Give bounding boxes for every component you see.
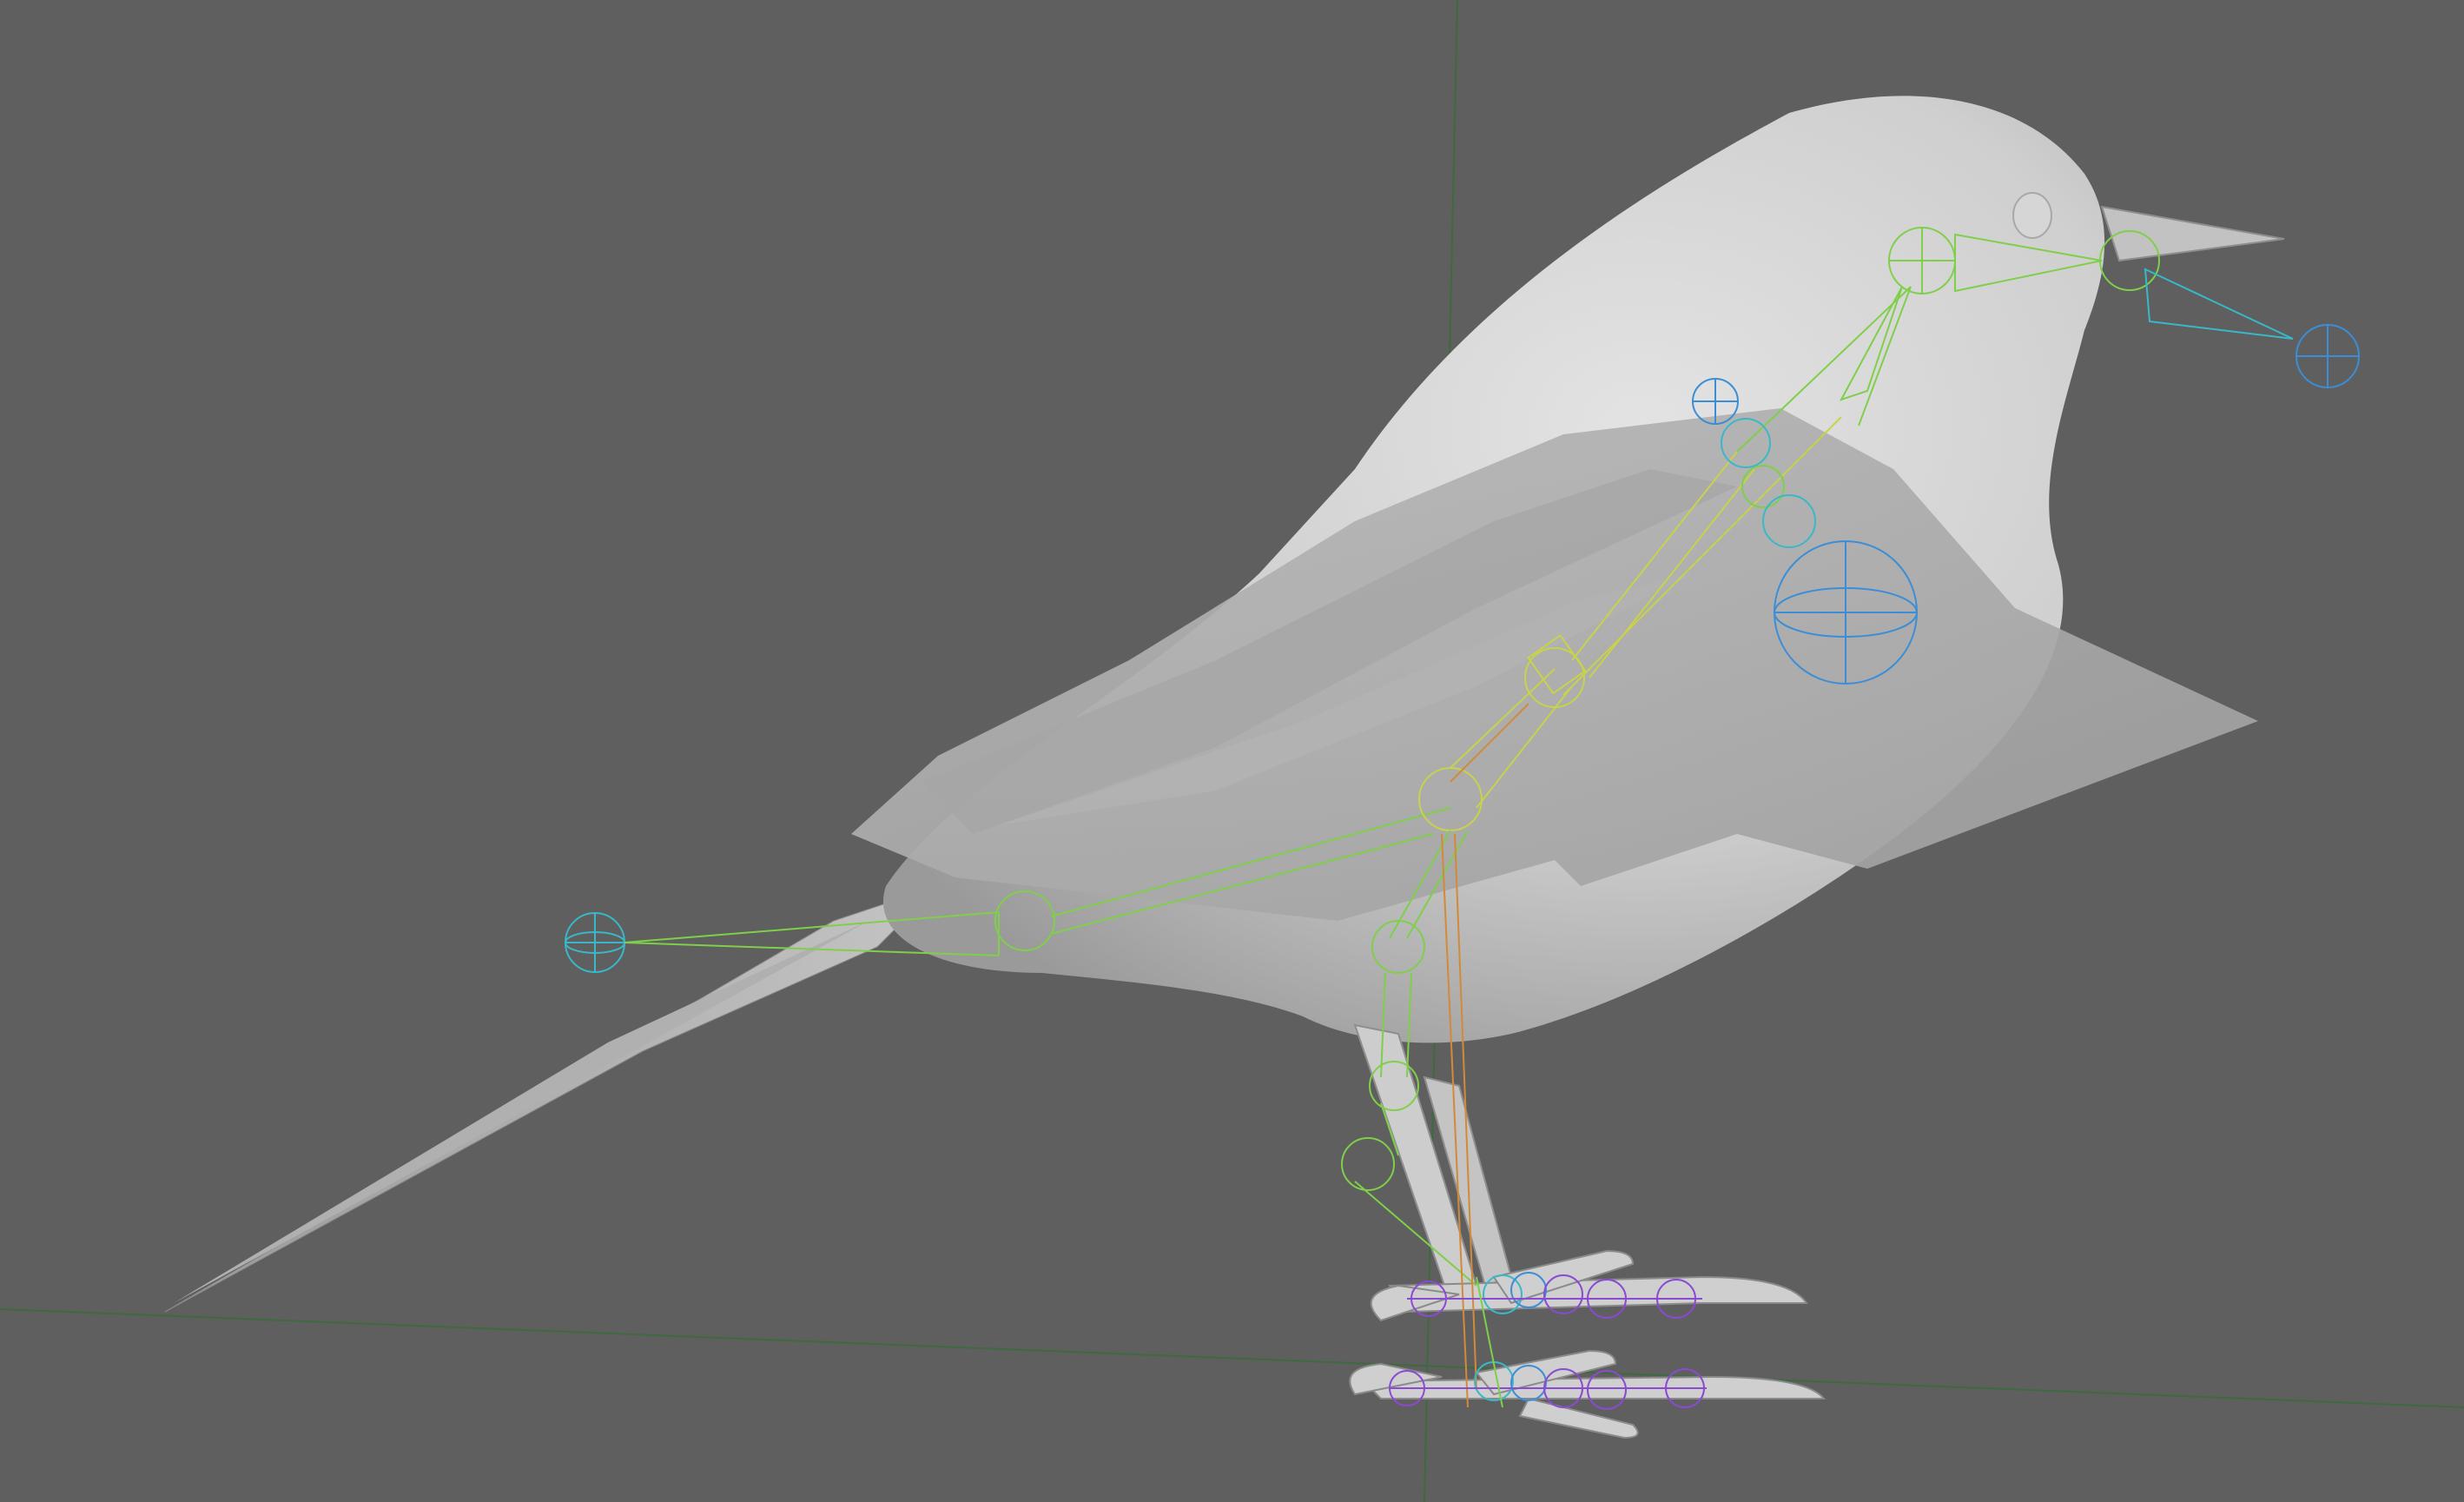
tail-control[interactable] bbox=[565, 912, 625, 973]
3d-viewport[interactable] bbox=[0, 0, 2464, 1502]
bird-beak bbox=[2100, 205, 2285, 262]
viewport-canvas[interactable] bbox=[0, 0, 2464, 1502]
jaw-control[interactable] bbox=[2144, 268, 2360, 388]
chest-control[interactable] bbox=[1774, 540, 1918, 685]
bird-mesh[interactable] bbox=[164, 96, 2285, 1439]
horizontal-axis-line bbox=[0, 1308, 2464, 1408]
feet bbox=[1349, 1249, 1827, 1439]
tail-feathers-layer bbox=[174, 921, 869, 1303]
bird-eye bbox=[2012, 192, 2052, 239]
